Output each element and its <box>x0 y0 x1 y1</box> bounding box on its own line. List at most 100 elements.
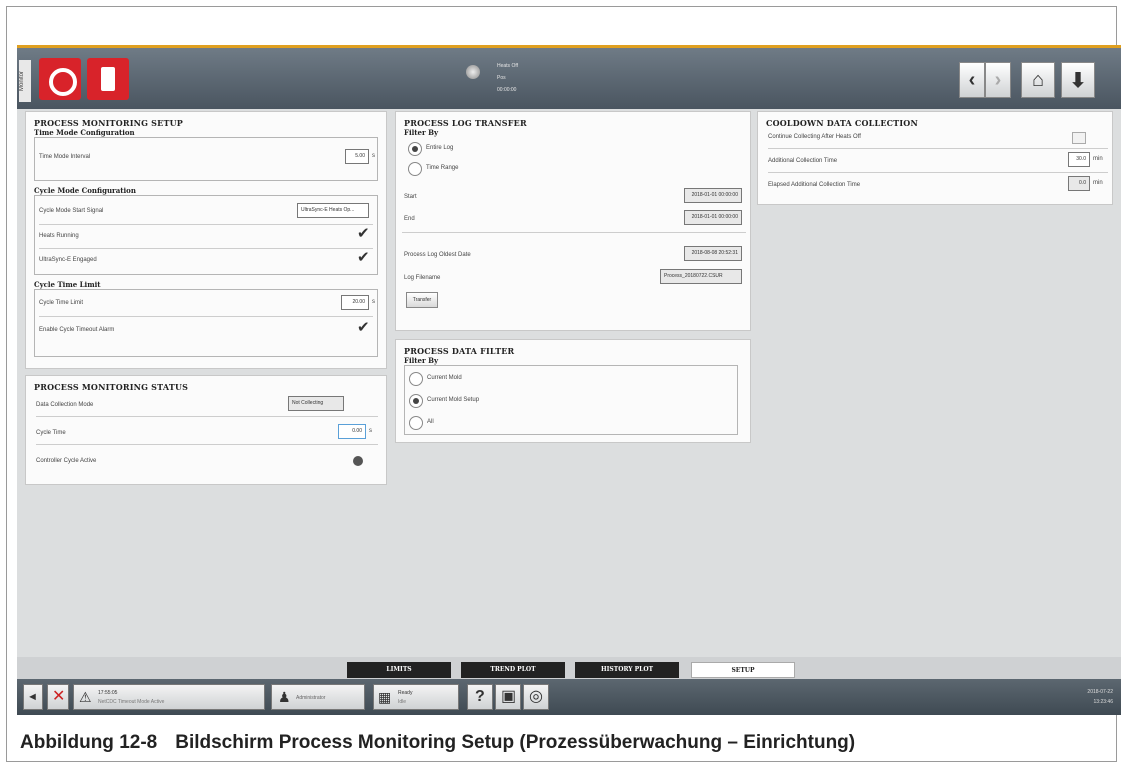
time-mode-interval-input[interactable]: 5.00 <box>345 149 369 164</box>
chevron-right-icon: › <box>994 68 1002 91</box>
ultrasync-engaged-checkbox[interactable]: ✔ <box>357 250 373 265</box>
screens-icon: ▣ <box>501 688 517 705</box>
date-label: 2018-07-22 <box>1087 689 1113 695</box>
group-header: Time Mode Configuration <box>34 128 135 137</box>
entire-log-radio[interactable] <box>408 142 422 156</box>
cycle-time-limit-input[interactable]: 20.00 <box>341 295 369 310</box>
back-button[interactable]: ‹ <box>959 62 985 98</box>
group-header: Filter By <box>404 356 439 365</box>
top-bar: Monitor Heats Off Pos 00:00:00 ‹ › ⌂ ⬇ <box>17 45 1121 109</box>
arrow-down-icon: ⬇ <box>1069 69 1087 92</box>
divider <box>768 148 1108 149</box>
tab-trend-plot[interactable]: TREND PLOT <box>461 662 565 678</box>
enable-timeout-checkbox[interactable]: ✔ <box>357 320 373 335</box>
download-button[interactable]: ⬇ <box>1061 62 1095 98</box>
filter-group: Current Mold Current Mold Setup All <box>404 365 738 435</box>
side-tab[interactable]: Monitor <box>19 60 31 102</box>
clock: 2018-07-22 13:23:46 <box>1087 687 1113 707</box>
cycle-time-limit-group: Cycle Time Limit 20.00 s Enable Cycle Ti… <box>34 289 378 357</box>
panel-title: PROCESS MONITORING SETUP <box>34 118 184 128</box>
all-radio[interactable] <box>409 416 423 430</box>
status-indicator-icon <box>466 65 480 79</box>
oldest-date-value: 2018-08-08 20:52:31 <box>684 246 742 261</box>
radio-label: Current Mold Setup <box>427 397 480 403</box>
field-label: Elapsed Additional Collection Time <box>768 182 861 188</box>
cooldown-panel: COOLDOWN DATA COLLECTION Continue Collec… <box>757 111 1113 205</box>
setup-panel: PROCESS MONITORING SETUP Time Mode Confi… <box>25 111 387 369</box>
divider <box>402 232 746 233</box>
speaker-icon: ◄ <box>27 691 38 703</box>
radio-label: All <box>427 419 434 425</box>
ready-status[interactable]: ▦ Ready Idle <box>373 684 459 710</box>
start-datetime-input[interactable]: 2018-01-01 00:00:00 <box>684 188 742 203</box>
ready-sub: Idle <box>398 699 407 705</box>
close-icon: ✕ <box>52 688 66 705</box>
app-logo-icon[interactable] <box>39 58 81 100</box>
alarm-banner[interactable]: ⚠ 17:55:05 NetCDC Timeout Mode Active <box>73 684 265 710</box>
current-mold-radio[interactable] <box>409 372 423 386</box>
controller-icon[interactable] <box>87 58 129 100</box>
forward-button[interactable]: › <box>985 62 1011 98</box>
divider <box>36 416 378 417</box>
divider <box>39 248 373 249</box>
language-button[interactable]: ◎ <box>523 684 549 710</box>
field-label: Cycle Time Limit <box>39 300 84 306</box>
tab-limits[interactable]: LIMITS <box>347 662 451 678</box>
help-icon: ? <box>475 688 485 705</box>
user-button[interactable]: ♟ Administrator <box>271 684 365 710</box>
additional-time-input[interactable]: 30.0 <box>1068 152 1090 167</box>
data-filter-panel: PROCESS DATA FILTER Filter By Current Mo… <box>395 339 751 443</box>
field-label: Log Filename <box>404 275 441 281</box>
transfer-button[interactable]: Transfer <box>406 292 438 308</box>
heats-running-checkbox[interactable]: ✔ <box>357 226 373 241</box>
field-label: End <box>404 216 415 222</box>
panel-title: COOLDOWN DATA COLLECTION <box>766 118 918 128</box>
time-range-radio[interactable] <box>408 162 422 176</box>
status-line: 00:00:00 <box>497 87 517 93</box>
elapsed-time-value: 0.0 <box>1068 176 1090 191</box>
field-label: Heats Running <box>39 233 79 239</box>
cycle-mode-group: Cycle Mode Start Signal UltraSync-E Heat… <box>34 195 378 275</box>
field-label: Process Log Oldest Date <box>404 252 471 258</box>
field-label: Continue Collecting After Heats Off <box>768 134 861 140</box>
help-button[interactable]: ? <box>467 684 493 710</box>
tab-strip: LIMITS TREND PLOT HISTORY PLOT SETUP <box>17 657 1121 679</box>
home-button[interactable]: ⌂ <box>1021 62 1055 98</box>
data-collection-mode-value: Not Collecting <box>288 396 344 411</box>
figure-caption: Abbildung 12-8 Bildschirm Process Monitor… <box>20 732 855 754</box>
field-label: Controller Cycle Active <box>36 458 97 464</box>
field-label: Cycle Mode Start Signal <box>39 208 104 214</box>
user-label: Administrator <box>296 695 326 701</box>
caption-number: Abbildung 12-8 <box>20 732 158 753</box>
radio-label: Time Range <box>426 165 459 171</box>
globe-icon: ◎ <box>529 688 543 705</box>
alarm-text: NetCDC Timeout Mode Active <box>98 699 165 705</box>
volume-button[interactable]: ◄ <box>23 684 43 710</box>
status-line: Pos <box>497 75 506 81</box>
log-filename-input[interactable]: Process_20180722.CSUR <box>660 269 742 284</box>
cycle-start-signal-select[interactable]: UltraSync-E Heats Op... <box>297 203 369 218</box>
app-screen: Monitor Heats Off Pos 00:00:00 ‹ › ⌂ ⬇ P… <box>17 45 1121 715</box>
divider <box>768 172 1108 173</box>
unit-label: s <box>369 428 372 434</box>
screens-button[interactable]: ▣ <box>495 684 521 710</box>
group-header: Cycle Mode Configuration <box>34 186 136 195</box>
tab-setup[interactable]: SETUP <box>691 662 795 678</box>
log-transfer-panel: PROCESS LOG TRANSFER Filter By Entire Lo… <box>395 111 751 331</box>
unit-label: s <box>372 299 375 305</box>
warning-icon: ⚠ <box>79 689 92 705</box>
unit-label: s <box>372 153 375 159</box>
user-icon: ♟ <box>278 689 291 705</box>
current-mold-setup-radio[interactable] <box>409 394 423 408</box>
panel-title: PROCESS DATA FILTER <box>404 346 515 356</box>
tab-history-plot[interactable]: HISTORY PLOT <box>575 662 679 678</box>
end-datetime-input[interactable]: 2018-01-01 00:00:00 <box>684 210 742 225</box>
alarm-clear-button[interactable]: ✕ <box>47 684 69 710</box>
unit-label: min <box>1093 180 1103 186</box>
time-mode-group: Time Mode Interval 5.00 s <box>34 137 378 181</box>
home-icon: ⌂ <box>1031 68 1045 91</box>
caption-text: Bildschirm Process Monitoring Setup (Pro… <box>175 732 856 753</box>
cycle-time-value: 0.00 <box>338 424 366 439</box>
unit-label: min <box>1093 156 1103 162</box>
continue-collecting-checkbox[interactable] <box>1072 132 1086 144</box>
